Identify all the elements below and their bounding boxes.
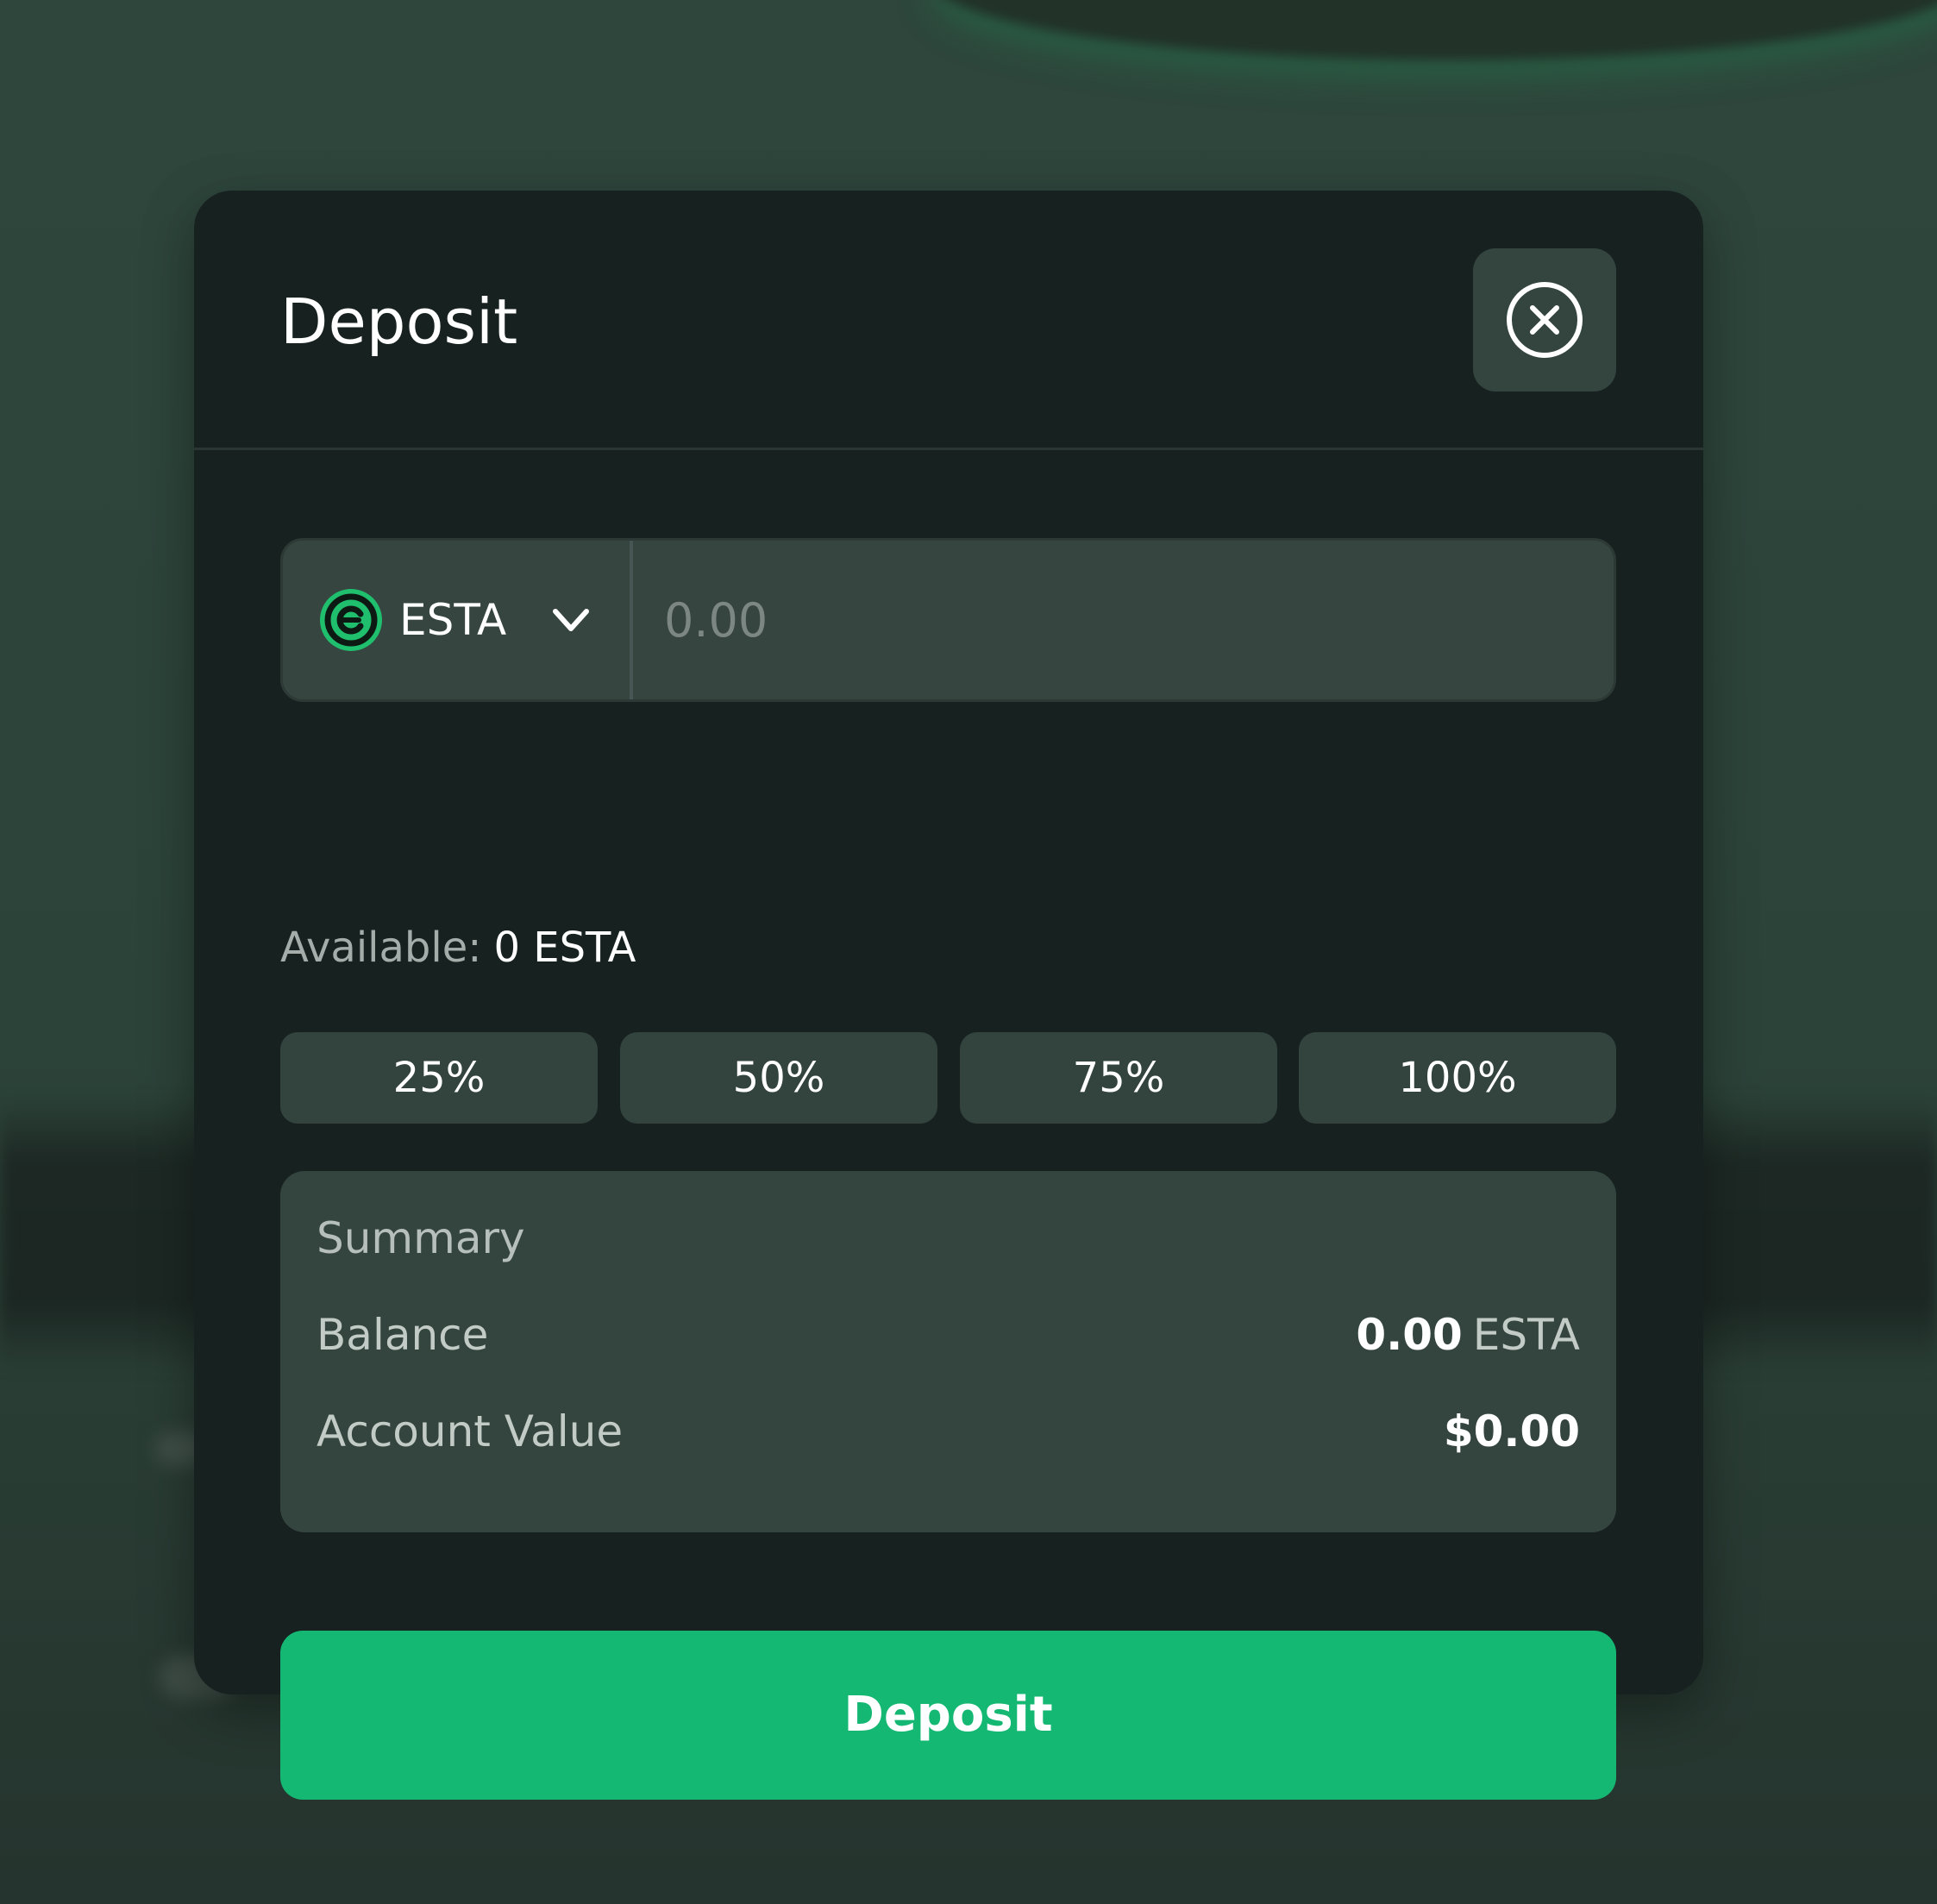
token-selector[interactable]: ESTA (283, 541, 633, 699)
percent-25-button[interactable]: 25% (280, 1032, 598, 1124)
amount-input[interactable] (643, 567, 1613, 673)
available-balance: Available: 0 ESTA (280, 922, 636, 974)
account-value: $0.00 (1443, 1406, 1580, 1456)
esta-token-logo (320, 589, 382, 651)
percent-100-button[interactable]: 100% (1299, 1032, 1616, 1124)
balance-unit: ESTA (1472, 1310, 1580, 1360)
available-label: Available: (280, 924, 482, 972)
percent-75-button[interactable]: 75% (960, 1032, 1277, 1124)
summary-account-value-row: Account Value $0.00 (317, 1404, 1580, 1459)
amount-input-group: ESTA (280, 538, 1616, 702)
percent-buttons: 25% 50% 75% 100% (280, 1032, 1616, 1124)
token-symbol: ESTA (399, 595, 507, 645)
balance-amount: 0.00 (1356, 1310, 1463, 1360)
balance-value: 0.00 ESTA (1356, 1307, 1580, 1362)
close-circle-icon (1507, 282, 1583, 358)
close-button[interactable] (1473, 248, 1616, 391)
summary-balance-row: Balance 0.00 ESTA (317, 1307, 1580, 1362)
deposit-modal: Deposit ESTA Available:0 ESTA 25% (194, 191, 1703, 1800)
balance-label: Balance (317, 1310, 489, 1360)
summary-panel: Summary Balance 0.00 ESTA Account Value $… (280, 1171, 1616, 1532)
backdrop-decoration (931, 0, 1937, 60)
modal-header: Deposit (194, 191, 1703, 450)
available-value: 0 ESTA (493, 924, 636, 972)
modal-title: Deposit (280, 285, 518, 358)
percent-50-button[interactable]: 50% (620, 1032, 937, 1124)
chevron-down-icon (553, 609, 589, 631)
account-value-label: Account Value (317, 1406, 624, 1456)
deposit-button[interactable]: Deposit (280, 1631, 1616, 1800)
summary-title: Summary (317, 1213, 525, 1263)
